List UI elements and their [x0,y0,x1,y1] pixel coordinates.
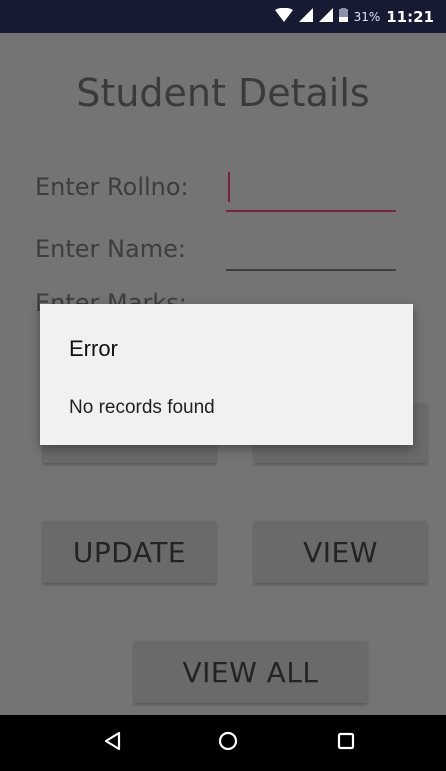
rollno-label: Enter Rollno: [35,173,189,201]
navigation-bar [0,715,446,771]
dialog-title: Error [69,336,118,361]
recents-icon [337,732,355,754]
name-label: Enter Name: [35,235,186,263]
back-icon [103,731,121,755]
battery-percent: 31% [353,9,381,24]
wifi-icon [274,7,293,26]
home-icon [218,731,238,755]
status-icons: 31% 11:21 [274,0,434,33]
rollno-input[interactable] [226,210,396,212]
view-button[interactable]: VIEW [254,521,427,583]
signal-icon [318,7,333,26]
view-all-button[interactable]: VIEW ALL [134,641,367,703]
error-dialog[interactable]: Error No records found [40,304,413,445]
signal-icon [298,7,313,26]
update-button[interactable]: UPDATE [43,521,216,583]
name-input[interactable] [226,269,396,271]
back-button[interactable] [77,715,147,771]
page-title: Student Details [76,71,370,115]
recents-button[interactable] [311,715,381,771]
text-cursor [228,172,230,202]
home-button[interactable] [193,715,263,771]
clock-time: 11:21 [386,7,434,26]
dialog-message: No records found [69,397,215,418]
status-bar: 31% 11:21 [0,0,446,33]
battery-icon [338,7,348,26]
